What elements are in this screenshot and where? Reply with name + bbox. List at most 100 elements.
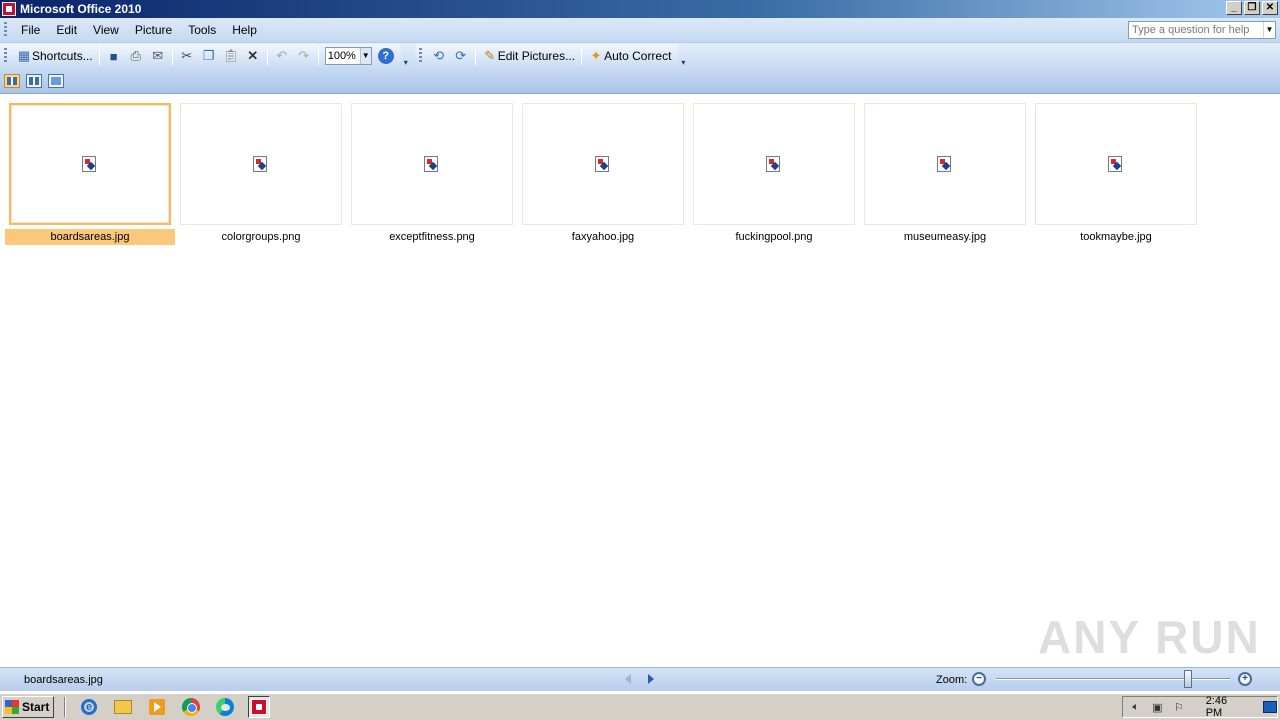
chrome-taskbar-button[interactable] (180, 696, 202, 718)
window-controls: _ ❐ ✕ (1226, 1, 1278, 15)
picture-toolbar-strip: ⟲ ⟳ ✎ Edit Pictures... ✦ Auto Correct (414, 44, 679, 68)
save-icon: ■ (109, 48, 118, 64)
system-tray: 🔈︎ ▣ ⚐ 2:46 PM (1122, 695, 1278, 719)
watermark-logo: ANY RUN (1038, 611, 1261, 663)
help-search-box[interactable]: Type a question for help ▼ (1128, 21, 1276, 39)
broken-image-icon (424, 156, 438, 172)
internet-explorer-taskbar-button[interactable]: e (78, 696, 100, 718)
office-picture-manager-icon (251, 699, 267, 715)
thumbnail-item[interactable]: exceptfitness.png (347, 99, 517, 245)
undo-button[interactable]: ↶ (271, 45, 293, 67)
toolbar-options-icon[interactable]: ▾ (401, 45, 411, 67)
cut-button[interactable]: ✂ (176, 45, 198, 67)
edge-taskbar-button[interactable] (214, 696, 236, 718)
chevron-down-icon[interactable]: ▼ (1263, 22, 1275, 38)
zoom-select-value: 100% (327, 50, 356, 62)
broken-image-icon (1108, 156, 1122, 172)
view-toolbar (0, 69, 1280, 94)
minimize-button[interactable]: _ (1226, 1, 1242, 15)
edit-pictures-label: Edit Pictures... (497, 49, 576, 63)
thumbnail-item[interactable]: boardsareas.jpg (5, 99, 175, 245)
edit-pictures-button[interactable]: ✎ Edit Pictures... (479, 45, 578, 67)
zoom-slider-handle[interactable] (1183, 670, 1192, 688)
menu-edit[interactable]: Edit (48, 23, 85, 37)
delete-icon: ✕ (247, 48, 259, 63)
internet-explorer-icon: e (81, 699, 97, 715)
window-title: Microsoft Office 2010 (20, 2, 142, 16)
office-app-icon[interactable] (2, 2, 16, 16)
thumbnail-caption: museumeasy.jpg (903, 231, 987, 243)
help-search-input[interactable]: Type a question for help (1129, 24, 1263, 36)
close-button[interactable]: ✕ (1262, 1, 1278, 15)
delete-button[interactable]: ✕ (242, 45, 264, 67)
thumbnail-item[interactable]: fuckingpool.png (689, 99, 859, 245)
zoom-in-icon[interactable]: + (1238, 672, 1252, 686)
menu-file[interactable]: File (13, 23, 48, 37)
filmstrip-view-button[interactable] (26, 74, 42, 88)
toolbar-separator (317, 47, 319, 65)
copy-button[interactable]: ❐ (198, 45, 220, 67)
shortcuts-label: Shortcuts... (32, 49, 93, 63)
email-button[interactable]: ✉ (147, 45, 169, 67)
thumbnail-caption: faxyahoo.jpg (571, 231, 635, 243)
toolbar-grip-handle[interactable] (4, 48, 7, 64)
volume-icon[interactable]: 🔈︎ (1129, 700, 1143, 714)
undo-icon: ↶ (276, 48, 288, 63)
redo-button[interactable]: ↷ (293, 45, 315, 67)
menu-view[interactable]: View (85, 23, 127, 37)
network-icon[interactable]: ▣ (1151, 700, 1165, 714)
zoom-out-icon[interactable]: − (972, 672, 986, 686)
toolbar-options-icon[interactable]: ▾ (678, 45, 688, 67)
show-desktop-icon[interactable] (1263, 701, 1277, 713)
shortcuts-icon: ▦ (17, 48, 31, 63)
copy-icon: ❐ (202, 48, 215, 63)
previous-picture-icon[interactable] (625, 674, 631, 684)
thumbnail-caption: colorgroups.png (221, 231, 301, 243)
email-icon: ✉ (152, 48, 164, 63)
menu-tools[interactable]: Tools (180, 23, 224, 37)
menu-picture[interactable]: Picture (127, 23, 180, 37)
thumbnail-item[interactable]: museumeasy.jpg (860, 99, 1030, 245)
action-center-flag-icon[interactable]: ⚐ (1172, 700, 1186, 714)
system-clock[interactable]: 2:46 PM (1206, 695, 1246, 719)
toolbar-separator (98, 47, 100, 65)
rotate-right-button[interactable]: ⟳ (450, 45, 472, 67)
media-player-taskbar-button[interactable] (146, 696, 168, 718)
auto-correct-button[interactable]: ✦ Auto Correct (585, 45, 674, 67)
office-picture-manager-taskbar-button[interactable] (248, 696, 270, 718)
broken-image-icon (595, 156, 609, 172)
thumbnail-caption: fuckingpool.png (735, 231, 813, 243)
menu-bar: File Edit View Picture Tools Help Type a… (0, 18, 1280, 43)
shortcuts-button[interactable]: ▦ Shortcuts... (13, 45, 96, 67)
chrome-icon (182, 698, 200, 716)
save-button[interactable]: ■ (103, 45, 125, 67)
thumbnail-item[interactable]: faxyahoo.jpg (518, 99, 688, 245)
zoom-slider-track[interactable] (996, 678, 1230, 680)
zoom-select[interactable]: 100% ▼ (324, 47, 372, 65)
restore-button[interactable]: ❐ (1244, 1, 1260, 15)
single-picture-view-button[interactable] (48, 74, 64, 88)
toolbar-grip-handle[interactable] (418, 48, 422, 64)
broken-image-icon (766, 156, 780, 172)
thumbnail-item[interactable]: colorgroups.png (176, 99, 346, 245)
file-explorer-taskbar-button[interactable] (112, 696, 134, 718)
help-button[interactable]: ? (375, 45, 397, 67)
start-button[interactable]: Start (2, 696, 54, 718)
menu-picture-label: Picture (134, 23, 173, 37)
thumbnails-view-button[interactable] (4, 74, 20, 88)
status-bar: boardsareas.jpg Zoom: − + (0, 667, 1280, 691)
thumbnail-item[interactable]: tookmaybe.jpg (1031, 99, 1201, 245)
single-picture-view-icon (51, 77, 61, 85)
paste-button[interactable]: 📋︎ (220, 45, 242, 67)
menu-help-label: Help (232, 23, 257, 37)
rotate-left-button[interactable]: ⟲ (428, 45, 450, 67)
help-icon: ? (377, 48, 394, 64)
standard-toolbar: ▦ Shortcuts... ■ ⎙ ✉ ✂ ❐ 📋︎ ✕ ↶ ↷ 100% ▼… (0, 43, 1280, 69)
chevron-down-icon[interactable]: ▼ (359, 48, 371, 64)
next-picture-icon[interactable] (648, 674, 654, 684)
menubar-grip-handle[interactable] (4, 22, 7, 38)
thumbnail-caption: tookmaybe.jpg (1080, 231, 1152, 243)
print-button[interactable]: ⎙ (125, 45, 147, 67)
menu-help[interactable]: Help (224, 23, 265, 37)
thumbnail-caption: boardsareas.jpg (5, 229, 175, 245)
